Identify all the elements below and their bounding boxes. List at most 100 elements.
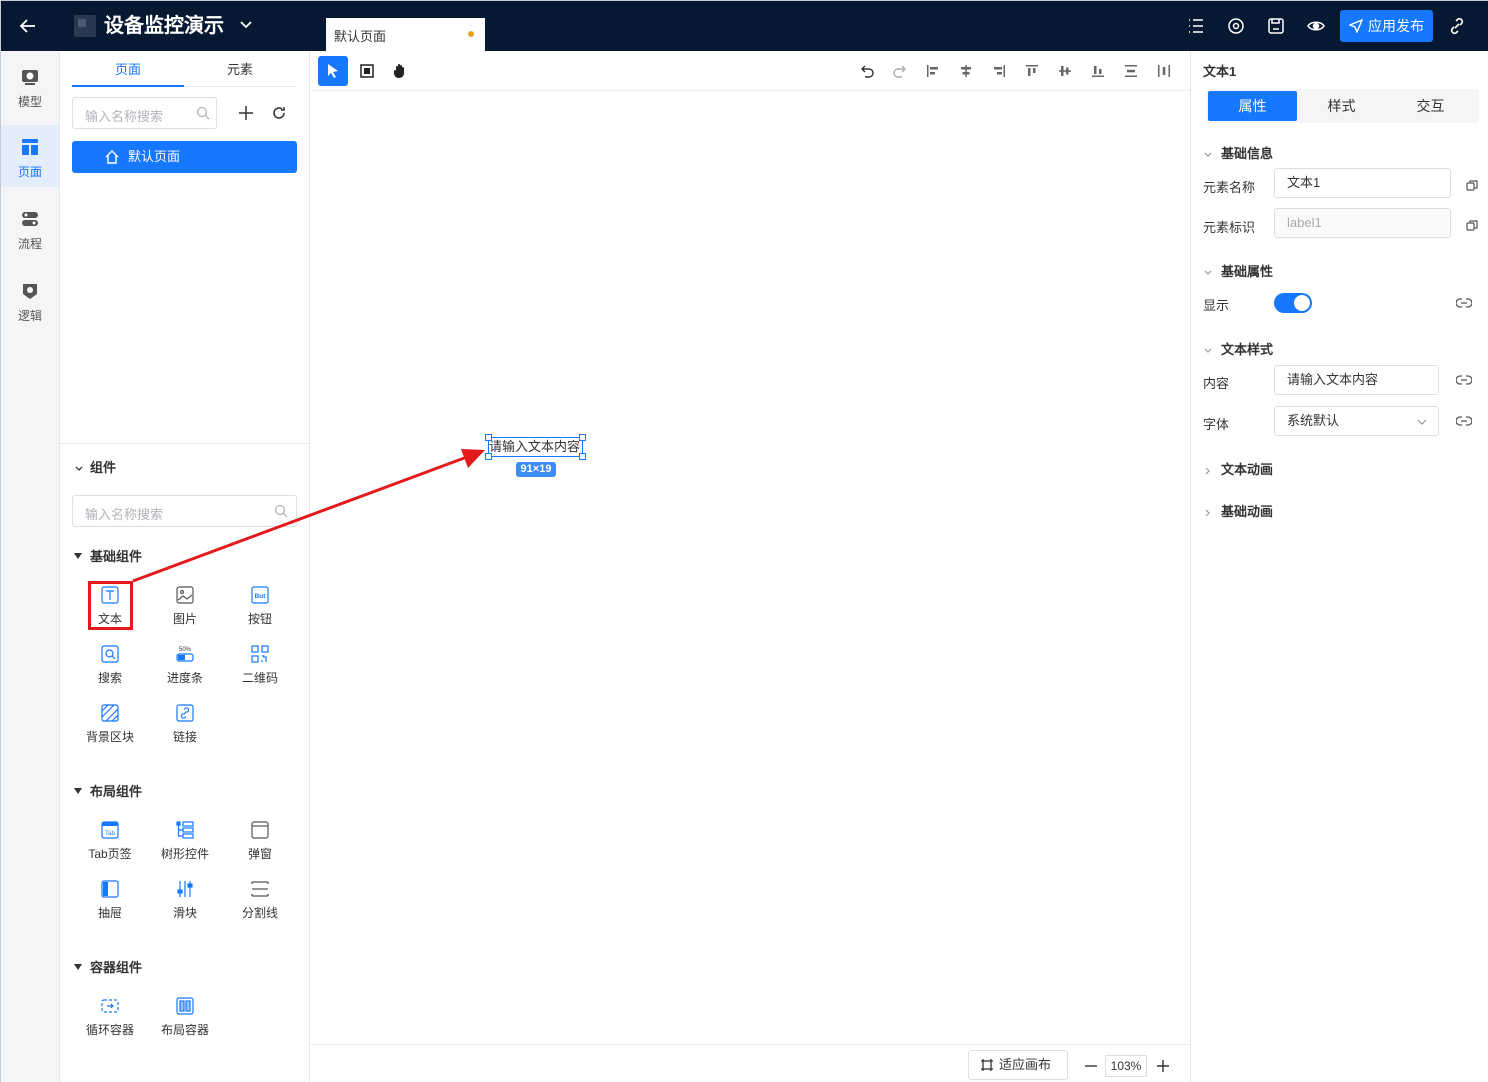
group-title: 基础组件 xyxy=(90,549,143,564)
page-item-label: 默认页面 xyxy=(128,149,181,164)
bind-link-icon[interactable] xyxy=(1456,414,1472,428)
list-icon[interactable] xyxy=(1186,16,1206,36)
copy-icon[interactable] xyxy=(1465,218,1479,232)
component-search[interactable]: 搜索 xyxy=(75,645,145,695)
section-title: 文本样式 xyxy=(1221,342,1274,357)
section-text-animation[interactable]: 文本动画 xyxy=(1203,459,1273,478)
component-layout-container[interactable]: 布局容器 xyxy=(150,997,220,1047)
component-label: 搜索 xyxy=(97,671,122,685)
distribute-vertical-icon[interactable] xyxy=(1123,63,1139,79)
zoom-in-icon[interactable] xyxy=(1156,1059,1170,1073)
tab-elements[interactable]: 元素 xyxy=(184,61,296,87)
resize-handle[interactable] xyxy=(579,453,586,460)
save-icon[interactable] xyxy=(1266,16,1286,36)
app-title[interactable]: 设备监控演示 xyxy=(104,13,224,39)
content-field[interactable]: 请输入文本内容 xyxy=(1274,365,1439,395)
tab-pages[interactable]: 页面 xyxy=(72,61,184,87)
section-basic-info[interactable]: 基础信息 xyxy=(1203,143,1273,162)
component-label: 图片 xyxy=(172,612,197,626)
component-qrcode[interactable]: 二维码 xyxy=(225,645,295,695)
align-top-icon[interactable] xyxy=(1024,63,1040,79)
background-block-icon xyxy=(101,704,119,722)
resize-handle[interactable] xyxy=(485,453,492,460)
group-basic[interactable]: 基础组件 xyxy=(74,546,142,565)
component-progress[interactable]: 50% 进度条 xyxy=(150,645,220,695)
page-list-item-default[interactable]: 默认页面 xyxy=(72,141,297,173)
distribute-horizontal-icon[interactable] xyxy=(1156,63,1172,79)
model-icon xyxy=(22,70,38,85)
chevron-down-icon[interactable] xyxy=(238,17,254,33)
section-text-style[interactable]: 文本样式 xyxy=(1203,339,1273,358)
undo-icon[interactable] xyxy=(859,63,875,79)
chevron-down-icon xyxy=(75,466,83,471)
tab-label: 默认页面 xyxy=(334,29,387,44)
align-middle-icon[interactable] xyxy=(1057,63,1073,79)
add-page-icon[interactable] xyxy=(238,105,254,121)
rail-item-logic[interactable]: 逻辑 xyxy=(1,269,59,331)
component-loop-container[interactable]: 循环容器 xyxy=(75,997,145,1047)
component-button[interactable]: But 按钮 xyxy=(225,586,295,636)
redo-icon[interactable] xyxy=(892,63,908,79)
select-tool-button[interactable] xyxy=(318,56,348,86)
show-toggle[interactable] xyxy=(1274,293,1312,313)
copy-icon[interactable] xyxy=(1465,178,1479,192)
back-arrow-icon[interactable] xyxy=(17,15,39,37)
frame-tool-icon[interactable] xyxy=(359,63,375,79)
section-basic-animation[interactable]: 基础动画 xyxy=(1203,501,1273,520)
align-center-icon[interactable] xyxy=(958,63,974,79)
bind-link-icon[interactable] xyxy=(1456,373,1472,387)
tab-style[interactable]: 样式 xyxy=(1297,91,1386,121)
tab-default-page[interactable]: 默认页面 xyxy=(326,18,485,51)
button-icon: But xyxy=(251,586,269,604)
name-label: 元素名称 xyxy=(1203,180,1256,195)
group-layout[interactable]: 布局组件 xyxy=(74,781,142,800)
align-right-icon[interactable] xyxy=(991,63,1007,79)
component-drawer[interactable]: 抽屉 xyxy=(75,880,145,930)
align-left-icon[interactable] xyxy=(925,63,941,79)
bind-link-icon[interactable] xyxy=(1456,296,1472,310)
component-divider[interactable]: 分割线 xyxy=(225,880,295,930)
rail-item-page[interactable]: 页面 xyxy=(1,125,59,187)
zoom-level[interactable]: 103% xyxy=(1105,1055,1147,1077)
resize-handle[interactable] xyxy=(579,434,586,441)
design-canvas[interactable]: 请输入文本内容 91×19 适应画布 103% xyxy=(310,51,1190,1082)
component-dialog[interactable]: 弹窗 xyxy=(225,821,295,871)
section-basic-props[interactable]: 基础属性 xyxy=(1203,261,1273,280)
group-container[interactable]: 容器组件 xyxy=(74,957,142,976)
element-id-field[interactable]: label1 xyxy=(1274,208,1451,238)
component-link[interactable]: 链接 xyxy=(150,704,220,754)
tab-attributes[interactable]: 属性 xyxy=(1208,91,1297,121)
rail-item-model[interactable]: 模型 xyxy=(1,55,59,117)
settings-icon[interactable] xyxy=(1226,16,1246,36)
component-slider[interactable]: 滑块 xyxy=(150,880,220,930)
publish-button[interactable]: 应用发布 xyxy=(1340,10,1433,42)
font-select[interactable]: 系统默认 xyxy=(1274,406,1439,436)
drawer-icon xyxy=(101,880,119,898)
content-label: 内容 xyxy=(1203,376,1230,391)
component-image[interactable]: 图片 xyxy=(150,586,220,636)
zoom-out-icon[interactable] xyxy=(1084,1059,1098,1073)
resize-handle[interactable] xyxy=(485,434,492,441)
chevron-down-icon xyxy=(1204,348,1212,353)
rail-item-flow[interactable]: 流程 xyxy=(1,197,59,259)
element-name-field[interactable]: 文本1 xyxy=(1274,168,1451,198)
component-tab[interactable]: Tab Tab页签 xyxy=(75,821,145,871)
preview-eye-icon[interactable] xyxy=(1306,16,1326,36)
component-background-block[interactable]: 背景区块 xyxy=(75,704,145,754)
app-window: 设备监控演示 默认页面 应用发布 模型 页面 流程 逻辑 页面 元素 输入名称搜… xyxy=(0,0,1488,1082)
component-search-input[interactable]: 输入名称搜索 xyxy=(72,495,297,527)
refresh-icon[interactable] xyxy=(271,105,287,121)
image-icon xyxy=(176,586,194,604)
components-header[interactable]: 组件 xyxy=(74,457,116,476)
hand-tool-icon[interactable] xyxy=(392,63,408,79)
slider-icon xyxy=(177,881,193,897)
page-search-input[interactable]: 输入名称搜索 xyxy=(72,97,217,129)
link-icon[interactable] xyxy=(1447,16,1467,36)
fit-canvas-button[interactable]: 适应画布 xyxy=(968,1050,1068,1080)
align-bottom-icon[interactable] xyxy=(1090,63,1106,79)
component-tree[interactable]: 树形控件 xyxy=(150,821,220,871)
tab-interaction[interactable]: 交互 xyxy=(1386,91,1475,121)
canvas-text-element[interactable]: 请输入文本内容 xyxy=(488,437,583,457)
publish-label: 应用发布 xyxy=(1368,18,1424,34)
search-component-icon xyxy=(101,645,119,663)
